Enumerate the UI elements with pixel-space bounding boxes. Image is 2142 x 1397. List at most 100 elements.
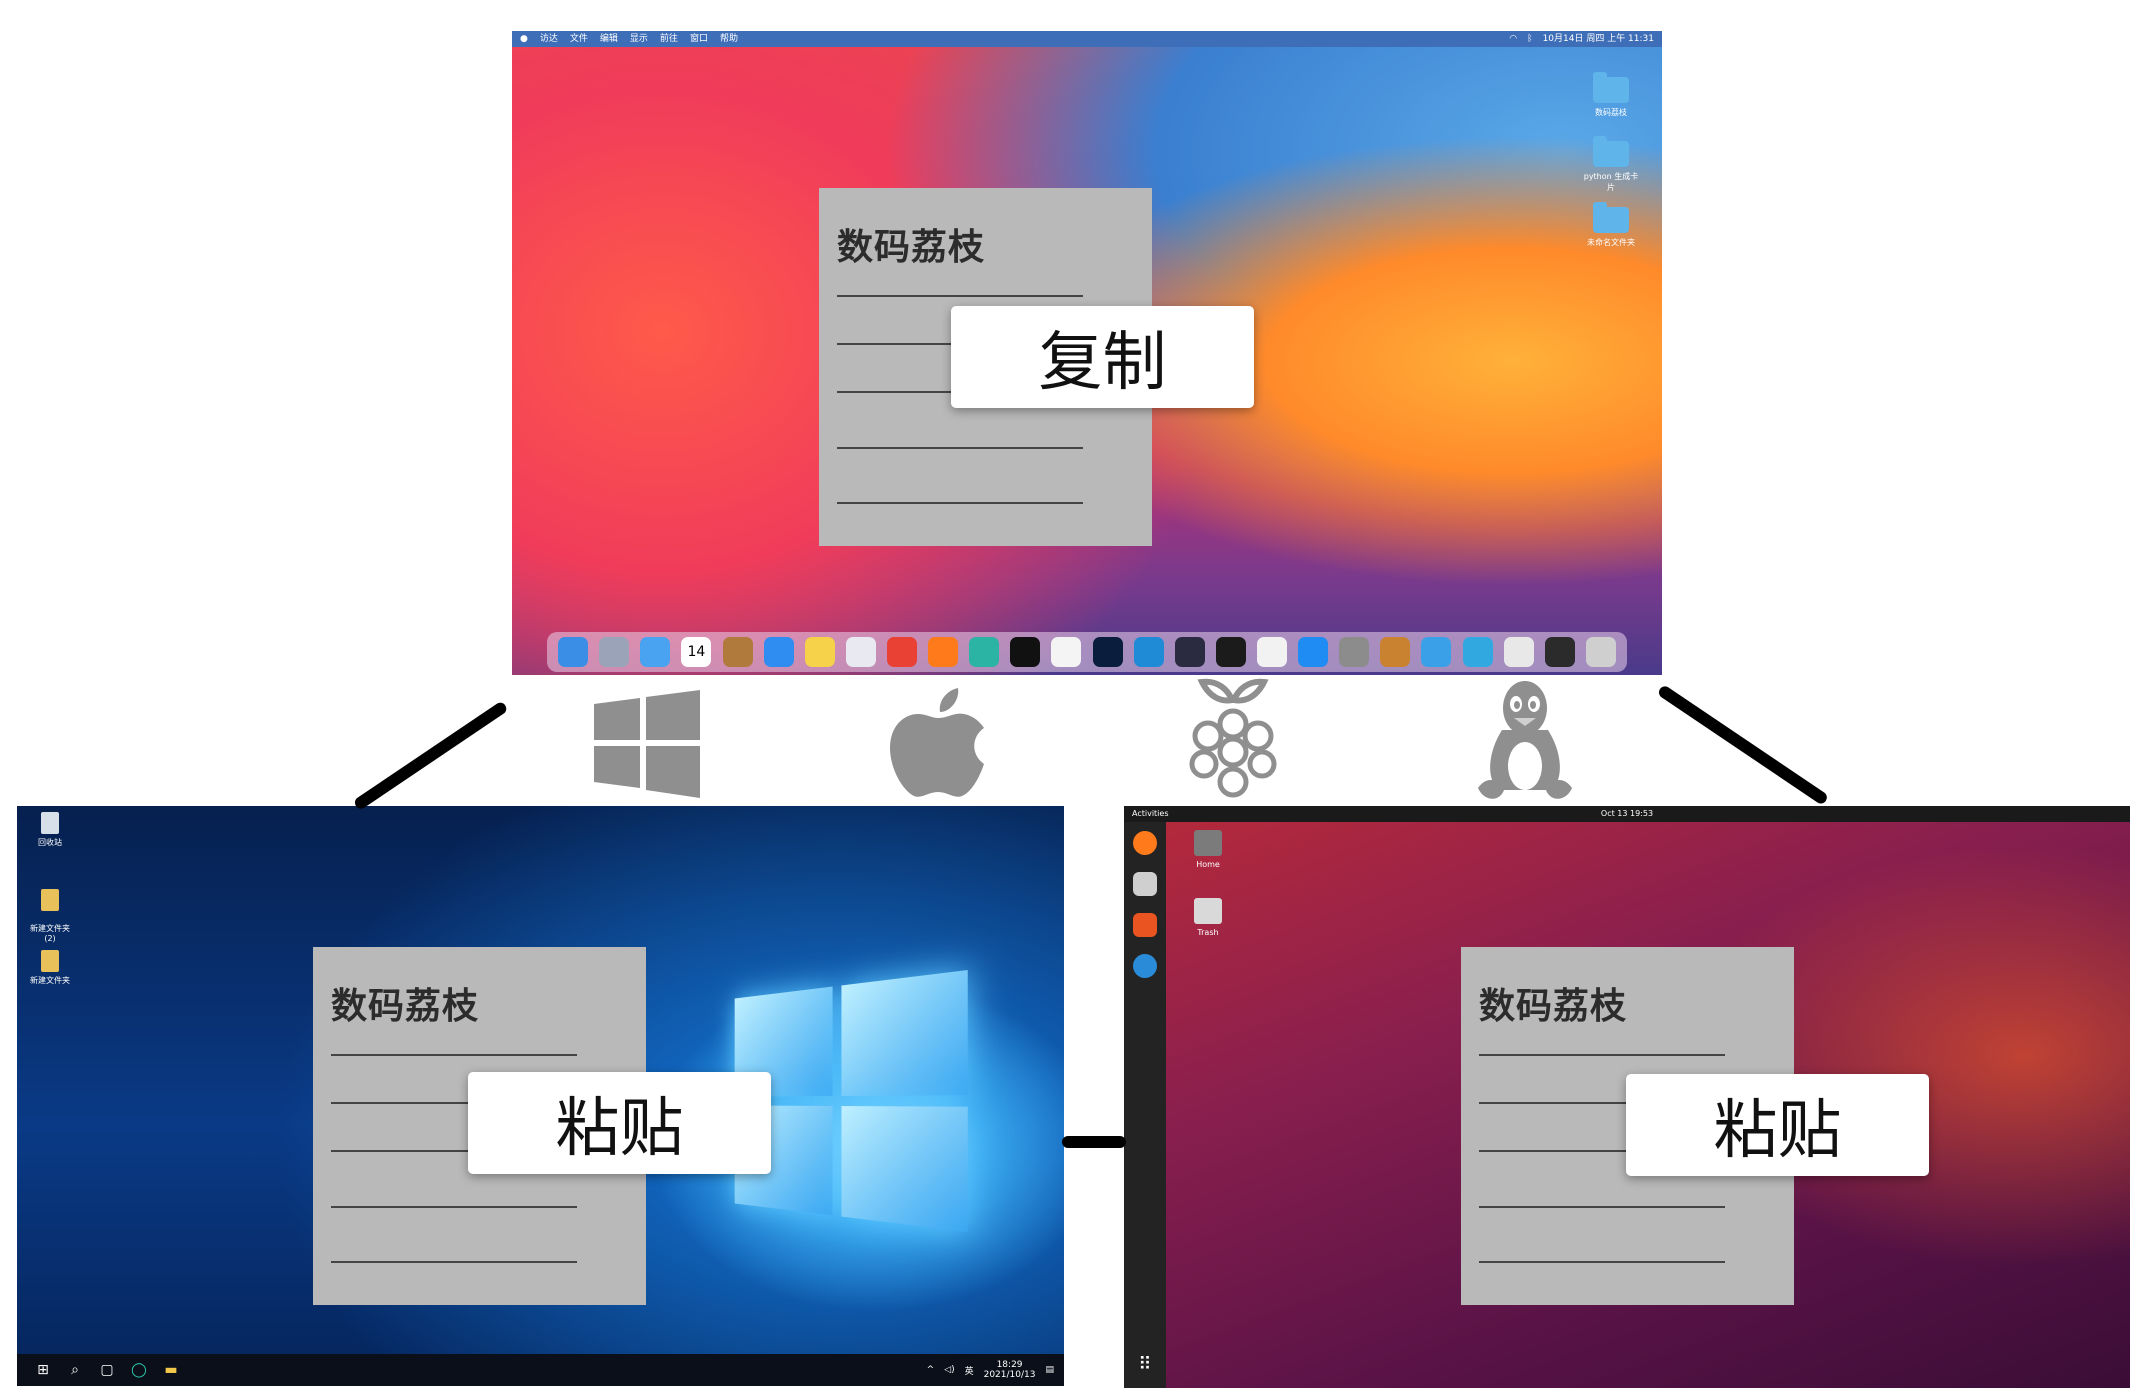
folder-icon xyxy=(1593,202,1629,233)
menu-file[interactable]: 文件 xyxy=(570,31,588,47)
menu-window[interactable]: 窗口 xyxy=(690,31,708,47)
davinci-icon[interactable] xyxy=(1174,637,1205,667)
desktop-folder-untitled[interactable]: 未命名文件夹 xyxy=(1582,202,1640,248)
launchpad-icon[interactable] xyxy=(599,637,630,667)
menu-finder[interactable]: 访达 xyxy=(540,31,558,47)
icon-label: Home xyxy=(1196,860,1220,869)
telegram-icon[interactable] xyxy=(1462,637,1493,667)
recycle-bin-icon xyxy=(41,812,59,834)
menu-go[interactable]: 前往 xyxy=(660,31,678,47)
home-folder-icon xyxy=(1194,830,1222,856)
icon-label: 新建文件夹 xyxy=(30,976,70,985)
connector-mac-ubuntu xyxy=(1656,684,1830,806)
mail-icon[interactable] xyxy=(640,637,671,667)
desktop-folder-shuma[interactable]: 数码荔枝 xyxy=(1582,72,1640,118)
terminal-icon[interactable] xyxy=(1010,637,1041,667)
chevron-up-icon[interactable]: ^ xyxy=(927,1365,935,1375)
acorn-icon[interactable] xyxy=(1380,637,1411,667)
folder-label: python 生成卡片 xyxy=(1583,172,1639,192)
windows-taskbar: ⊞ ⌕ ▢ ◯ ▬ ^ ◁) 英 18:29 2021/10/13 ▤ xyxy=(17,1354,1064,1386)
menu-help[interactable]: 帮助 xyxy=(720,31,738,47)
start-icon[interactable]: ⊞ xyxy=(27,1354,59,1386)
ubuntu-dock: ⠿ xyxy=(1124,822,1166,1388)
photoshop-icon[interactable] xyxy=(1092,637,1123,667)
send-icon[interactable] xyxy=(1421,637,1452,667)
file-explorer-icon[interactable]: ▬ xyxy=(155,1354,187,1386)
text-line xyxy=(1479,1261,1725,1263)
app-store-icon[interactable] xyxy=(1298,637,1329,667)
paste-action-button[interactable]: 粘贴 xyxy=(1626,1074,1929,1176)
notes-icon[interactable] xyxy=(804,637,835,667)
new-folder[interactable]: 新建文件夹 xyxy=(20,950,80,986)
mac-dock: 14 xyxy=(547,632,1627,672)
help-icon[interactable] xyxy=(1133,954,1157,978)
safari-icon[interactable] xyxy=(763,637,794,667)
typora-icon[interactable] xyxy=(1051,637,1082,667)
wifi-icon[interactable]: ◠ xyxy=(1509,31,1517,47)
mac-clock[interactable]: 10月14日 周四 上午 11:31 xyxy=(1543,31,1654,47)
macos-screen: ● 访达 文件 编辑 显示 前往 窗口 帮助 ◠ ᛒ 10月14日 周四 上午 … xyxy=(512,31,1662,675)
windows-logo-icon xyxy=(594,690,700,798)
new-folder-2[interactable]: 新建文件夹 (2) xyxy=(20,880,80,943)
apple-menu-icon[interactable]: ● xyxy=(520,31,528,47)
task-view-icon[interactable]: ▢ xyxy=(91,1354,123,1386)
contacts-icon[interactable] xyxy=(722,637,753,667)
doc-title: 数码荔枝 xyxy=(331,986,480,1027)
connector-windows-ubuntu xyxy=(1062,1136,1126,1148)
vscode-icon[interactable] xyxy=(1133,637,1164,667)
chrome-icon[interactable] xyxy=(886,637,917,667)
text-line xyxy=(331,1054,577,1056)
keyboard-app-icon[interactable] xyxy=(1503,637,1534,667)
menu-edit[interactable]: 编辑 xyxy=(600,31,618,47)
folder-label: 数码荔枝 xyxy=(1595,108,1627,117)
text-line xyxy=(837,295,1083,297)
icon-label: 新建文件夹 (2) xyxy=(30,924,70,943)
finder-icon[interactable] xyxy=(558,637,589,667)
volume-icon[interactable]: ◁) xyxy=(944,1365,954,1375)
paste-action-button[interactable]: 粘贴 xyxy=(468,1072,771,1174)
folder-label: 未命名文件夹 xyxy=(1587,238,1635,247)
activity-monitor-icon[interactable] xyxy=(1215,637,1246,667)
bluetooth-icon[interactable]: ᛒ xyxy=(1527,31,1532,47)
notification-icon[interactable]: ▤ xyxy=(1045,1365,1054,1375)
trash-icon xyxy=(1194,898,1222,924)
recycle-bin[interactable]: 回收站 xyxy=(20,812,80,848)
firefox-icon[interactable] xyxy=(1133,831,1157,855)
folder-icon xyxy=(41,889,59,911)
reminders-icon[interactable] xyxy=(1256,637,1287,667)
home-folder[interactable]: Home xyxy=(1183,830,1233,869)
screenshot-app-icon[interactable] xyxy=(1544,637,1575,667)
system-preferences-icon[interactable] xyxy=(1339,637,1370,667)
copy-action-button[interactable]: 复制 xyxy=(951,306,1254,408)
menu-view[interactable]: 显示 xyxy=(630,31,648,47)
firefox-icon[interactable] xyxy=(928,637,959,667)
search-icon[interactable]: ⌕ xyxy=(59,1354,91,1386)
raspberry-pi-logo-icon xyxy=(1189,678,1277,798)
icon-label: 回收站 xyxy=(38,838,62,847)
folder-icon xyxy=(1593,72,1629,103)
trash[interactable]: Trash xyxy=(1183,898,1233,937)
software-center-icon[interactable] xyxy=(1133,913,1157,937)
gnome-clock[interactable]: Oct 13 19:53 xyxy=(1124,806,2130,822)
linux-tux-logo-icon xyxy=(1478,681,1572,799)
calendar-icon[interactable]: 14 xyxy=(681,637,712,667)
input-language[interactable]: 英 xyxy=(965,1364,974,1377)
text-line xyxy=(331,1206,577,1208)
trash-icon[interactable] xyxy=(1585,637,1616,667)
text-line xyxy=(1479,1054,1725,1056)
folder-icon xyxy=(1593,136,1629,167)
show-apps-icon[interactable]: ⠿ xyxy=(1133,1354,1157,1378)
tray-clock[interactable]: 18:29 2021/10/13 xyxy=(984,1360,1036,1380)
quicktime-icon[interactable] xyxy=(845,637,876,667)
files-icon[interactable] xyxy=(1133,872,1157,896)
text-line xyxy=(837,447,1083,449)
circle-app-icon[interactable] xyxy=(969,637,1000,667)
system-tray: ^ ◁) 英 18:29 2021/10/13 ▤ xyxy=(927,1360,1054,1380)
ubuntu-screen: Activities Oct 13 19:53 ⠿ Home Trash 数码荔… xyxy=(1124,806,2130,1388)
tray-time: 18:29 xyxy=(996,1360,1023,1370)
mac-menubar: ● 访达 文件 编辑 显示 前往 窗口 帮助 ◠ ᛒ 10月14日 周四 上午 … xyxy=(512,31,1662,47)
tray-date: 2021/10/13 xyxy=(983,1370,1036,1380)
cortana-icon[interactable]: ◯ xyxy=(123,1354,155,1386)
desktop-folder-python[interactable]: python 生成卡片 xyxy=(1582,136,1640,193)
icon-label: Trash xyxy=(1197,928,1219,937)
